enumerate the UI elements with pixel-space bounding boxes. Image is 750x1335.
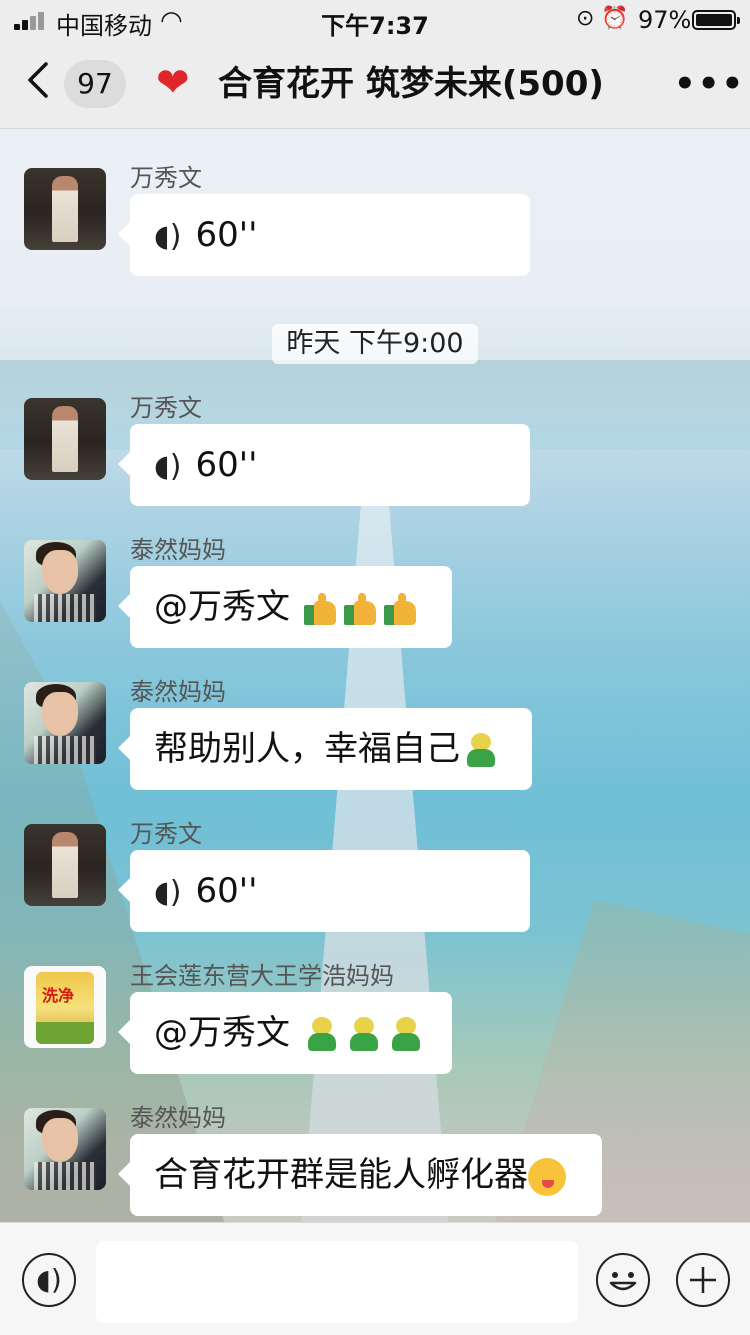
- back-button[interactable]: [26, 60, 50, 108]
- voice-icon: ◖): [154, 875, 182, 910]
- thumbs-up-icon: [383, 592, 418, 625]
- timestamp-divider: 昨天 下午9:00: [272, 324, 478, 364]
- voice-message-bubble[interactable]: ◖) 60'': [118, 424, 530, 506]
- emoji-icon: [609, 1272, 637, 1291]
- plus-icon: [690, 1267, 716, 1293]
- text-message-bubble[interactable]: @万秀文: [118, 992, 452, 1074]
- voice-icon: ◖): [36, 1263, 62, 1296]
- voice-icon: ◖): [154, 449, 182, 484]
- wink-emoji-icon: [528, 1157, 566, 1196]
- smiley-emoji-icon: [346, 1016, 382, 1053]
- message-input[interactable]: [96, 1241, 578, 1323]
- thumbs-up-icon: [343, 592, 378, 625]
- more-functions-button[interactable]: [676, 1253, 730, 1307]
- more-button[interactable]: •••: [674, 62, 745, 106]
- avatar[interactable]: [24, 540, 106, 622]
- text-message-bubble[interactable]: @万秀文: [118, 566, 452, 648]
- chevron-left-icon: [28, 62, 48, 98]
- avatar[interactable]: [24, 398, 106, 480]
- voice-input-button[interactable]: ◖): [22, 1253, 76, 1307]
- chat-header: 97 ❤ 合育花开 筑梦未来(500) •••: [0, 40, 750, 129]
- battery-percent: 97%: [638, 6, 692, 34]
- status-bar: 中国移动 ◠ 下午7:37 ⊙ ⏰ 97%: [0, 0, 750, 40]
- message-text: @万秀文: [154, 1013, 301, 1053]
- voice-duration: 60'': [195, 871, 258, 911]
- text-message-bubble[interactable]: 合育花开群是能人孵化器: [118, 1134, 602, 1216]
- orientation-lock-icon: ⊙ ⏰: [576, 6, 629, 31]
- input-bar: ◖): [0, 1222, 750, 1335]
- message-text: 合育花开群是能人孵化器: [154, 1155, 528, 1195]
- thumbs-up-icon: [303, 592, 338, 625]
- voice-message-bubble[interactable]: ◖) 60'': [118, 850, 530, 932]
- sender-name: 万秀文: [130, 394, 202, 422]
- sender-name: 泰然妈妈: [130, 536, 226, 564]
- voice-duration: 60'': [195, 445, 258, 485]
- avatar[interactable]: [24, 824, 106, 906]
- sender-name: 王会莲东营大王学浩妈妈: [130, 962, 394, 990]
- sender-name: 泰然妈妈: [130, 678, 226, 706]
- heart-icon: ❤: [156, 60, 190, 106]
- avatar[interactable]: [24, 1108, 106, 1190]
- emoji-button[interactable]: [596, 1253, 650, 1307]
- text-message-bubble[interactable]: 帮助别人，幸福自己: [118, 708, 532, 790]
- voice-duration: 60'': [195, 215, 258, 255]
- sender-name: 万秀文: [130, 164, 202, 192]
- smiley-emoji-icon: [388, 1016, 424, 1053]
- avatar[interactable]: 洗净: [24, 966, 106, 1048]
- sender-name: 万秀文: [130, 820, 202, 848]
- sender-name: 泰然妈妈: [130, 1104, 226, 1132]
- message-text: 帮助别人，幸福自己: [154, 729, 460, 769]
- unread-count-badge[interactable]: 97: [64, 60, 126, 108]
- avatar[interactable]: [24, 682, 106, 764]
- message-text: @万秀文: [154, 587, 301, 627]
- avatar-badge-text: 洗净: [42, 986, 75, 1005]
- avatar[interactable]: [24, 168, 106, 250]
- message-list[interactable]: 万秀文 ◖) 60'' 昨天 下午9:00 万秀文 ◖) 60'' 泰然妈妈 @万秀…: [0, 128, 750, 1220]
- smiley-emoji-icon: [463, 732, 499, 769]
- voice-icon: ◖): [154, 219, 182, 254]
- smiley-emoji-icon: [304, 1016, 340, 1053]
- voice-message-bubble[interactable]: ◖) 60'': [118, 194, 530, 276]
- group-title: 合育花开 筑梦未来(500): [218, 64, 604, 104]
- battery-icon: [692, 10, 740, 30]
